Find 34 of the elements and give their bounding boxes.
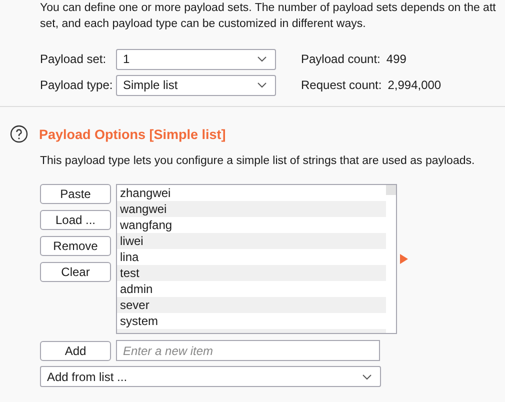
new-item-field[interactable]: Enter a new item	[116, 340, 380, 361]
description-text: This payload type lets you configure a simple list of strings that are used as payloads.	[40, 155, 476, 167]
request-count-label: Request count:	[301, 78, 382, 92]
payload-set-dropdown[interactable]: 1	[116, 48, 276, 70]
payload-set-label: Payload set:	[40, 52, 108, 66]
list-item[interactable]: system	[117, 313, 386, 329]
play-icon[interactable]	[400, 254, 408, 264]
list-item[interactable]: zhangwei	[117, 185, 386, 201]
chevron-icon	[362, 374, 372, 380]
list-item[interactable]: sever	[117, 297, 386, 313]
add-button[interactable]: Add	[40, 340, 111, 360]
payload-count-value: 499	[386, 52, 406, 66]
payload-type-dropdown[interactable]: Simple list	[116, 74, 276, 96]
list-item[interactable]: liwei	[117, 233, 386, 249]
list-item[interactable]: wangwei	[117, 201, 386, 217]
list-item[interactable]: admin	[117, 281, 386, 297]
chevron-icon	[257, 56, 267, 62]
help-icon[interactable]	[10, 125, 28, 143]
payload-type-label: Payload type:	[40, 78, 114, 92]
intro-text: You can define one or more payload sets. The number of payload sets depends on the att set, and each payload type can be customized in different ways.	[40, 1, 497, 32]
request-count-value: 2,994,000	[388, 78, 442, 92]
payload-list[interactable]: zhangwei wangwei wangfang liwei lina test admin sever system	[116, 184, 397, 334]
list-item[interactable]: wangfang	[117, 217, 386, 233]
chevron-icon	[257, 82, 267, 88]
action-button[interactable]: Load ...	[40, 210, 111, 230]
action-button[interactable]: Clear	[40, 262, 111, 282]
payload-count-label: Payload count:	[301, 52, 380, 66]
action-button[interactable]: Paste	[40, 184, 111, 204]
scrollbar-thumb[interactable]	[386, 185, 396, 195]
action-button[interactable]: Remove	[40, 236, 111, 256]
list-item[interactable]: lina	[117, 249, 386, 265]
add-from-list-dropdown[interactable]: Add from list ...	[40, 366, 381, 387]
section-title: Payload Options [Simple list]	[39, 126, 226, 142]
list-item[interactable]: test	[117, 265, 386, 281]
